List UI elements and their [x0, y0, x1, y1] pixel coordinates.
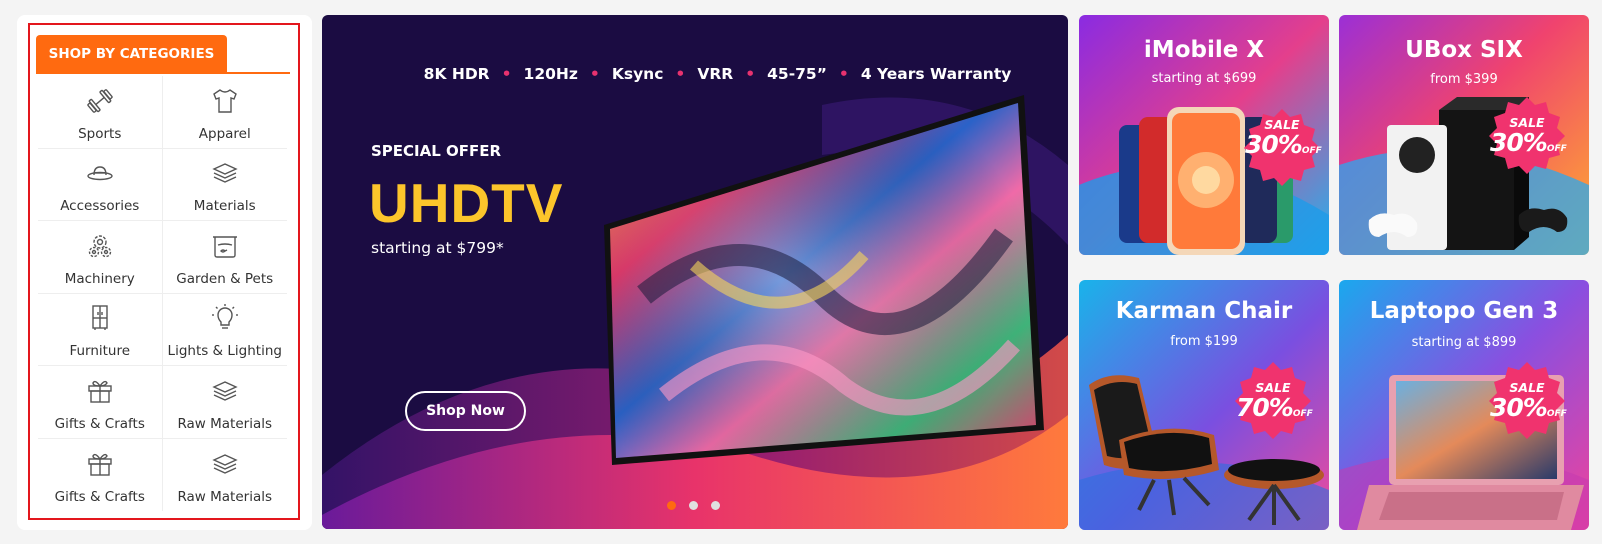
promo-imobile-x[interactable]: iMobile X starting at $699 SALE 30%OFF: [1079, 15, 1329, 255]
hero-subtitle: starting at $799*: [371, 239, 504, 257]
promo-title: iMobile X: [1143, 37, 1265, 63]
tv-product-image: [604, 95, 1044, 465]
sale-badge-text: SALE 30%OFF: [1490, 115, 1567, 157]
shop-now-button[interactable]: Shop Now: [405, 391, 526, 431]
hero-title: UHDTV: [369, 172, 564, 234]
hero-specs: 8K HDR • 120Hz • Ksync • VRR • 45-75” • 4 Years Wa…: [423, 65, 1012, 83]
sale-badge-text: SALE 70%OFF: [1236, 380, 1313, 422]
spec-item: Ksync: [611, 65, 664, 83]
promo-title: Laptopo Gen 3: [1369, 298, 1559, 324]
carousel-pagination: [667, 501, 720, 510]
spec-item: 8K HDR: [423, 65, 490, 83]
promo-subtitle: starting at $899: [1411, 335, 1517, 350]
sale-badge-text: SALE 30%OFF: [1490, 380, 1567, 422]
promo-karman-chair[interactable]: Karman Chair from $199 SALE 70%OFF: [1079, 280, 1329, 530]
promo-title: UBox SIX: [1405, 37, 1523, 63]
spec-item: 4 Years Warranty: [860, 65, 1012, 83]
promo-subtitle: from $399: [1430, 72, 1498, 87]
carousel-dot-1[interactable]: [667, 501, 676, 510]
promo-laptopo-gen-3[interactable]: Laptopo Gen 3 starting at $899 SALE 30%O…: [1339, 280, 1589, 530]
selection-highlight: [28, 23, 300, 520]
hero-banner[interactable]: 8K HDR • 120Hz • Ksync • VRR • 45-75” • 4 Years Wa…: [322, 15, 1068, 529]
hero-eyebrow: SPECIAL OFFER: [371, 142, 502, 160]
spec-item: 120Hz: [523, 65, 578, 83]
promo-subtitle: from $199: [1170, 334, 1238, 349]
storefront-page: SHOP BY CATEGORIES Sports Apparel Access…: [0, 0, 1602, 544]
categories-panel: SHOP BY CATEGORIES Sports Apparel Access…: [17, 15, 312, 530]
carousel-dot-3[interactable]: [711, 501, 720, 510]
promo-title: Karman Chair: [1115, 298, 1293, 324]
spec-item: 45-75”: [767, 65, 827, 83]
promo-ubox-six[interactable]: UBox SIX from $399 SALE 30%OFF: [1339, 15, 1589, 255]
carousel-dot-2[interactable]: [689, 501, 698, 510]
sale-badge-text: SALE 30%OFF: [1245, 117, 1322, 159]
spec-item: VRR: [697, 65, 734, 83]
promo-subtitle: starting at $699: [1151, 71, 1257, 86]
